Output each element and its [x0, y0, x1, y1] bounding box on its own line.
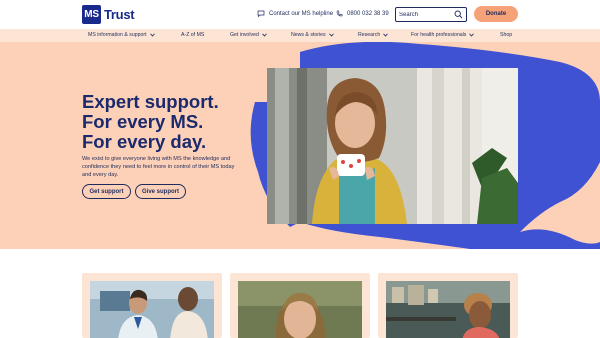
helpline-link[interactable]: Contact our MS helpline: [257, 10, 333, 17]
give-support-button[interactable]: Give support: [135, 184, 186, 199]
get-support-button[interactable]: Get support: [82, 184, 131, 199]
site-header: MS Trust Contact our MS helpline 0800 03…: [0, 0, 600, 29]
chat-bubble-icon: [257, 10, 265, 17]
nav-item-label: News & stories: [291, 32, 326, 38]
chevron-down-icon: [469, 33, 475, 37]
nav-item-label: Research: [358, 32, 381, 38]
featured-cards: [0, 249, 600, 338]
phone-link[interactable]: 0800 032 38 39: [336, 10, 389, 17]
ms-trust-logo[interactable]: MS Trust: [82, 5, 135, 24]
nav-item-news-stories[interactable]: News & stories: [291, 32, 334, 38]
search-input[interactable]: [399, 10, 454, 20]
nav-item-get-involved[interactable]: Get involved: [230, 32, 267, 38]
donate-button[interactable]: Donate: [474, 6, 518, 22]
nav-item-label: MS information & support: [88, 32, 147, 38]
hero-section: Expert support. For every MS. For every …: [0, 42, 600, 249]
nav-item-label: For health professionals: [411, 32, 467, 38]
nav-item-shop[interactable]: Shop: [500, 32, 512, 38]
card-man-outdoors[interactable]: [378, 273, 518, 338]
hero-subtext: We exist to give everyone living with MS…: [82, 156, 235, 178]
nav-item-label: Shop: [500, 32, 513, 38]
main-nav: MS information & support A-Z of MS Get i…: [0, 29, 600, 42]
nav-item-ms-information[interactable]: MS information & support: [88, 32, 155, 38]
woman-portrait-photo: [238, 281, 362, 338]
nav-item-label: A-Z of MS: [181, 32, 205, 38]
nav-item-label: Get involved: [230, 32, 259, 38]
woman-with-mug-photo: [267, 68, 518, 224]
card-woman-portrait[interactable]: [230, 273, 370, 338]
search-icon[interactable]: [454, 10, 463, 19]
phone-icon: [336, 10, 343, 17]
page: MS Trust Contact our MS helpline 0800 03…: [0, 0, 600, 338]
nav-item-a-z[interactable]: A-Z of MS: [181, 32, 204, 38]
nav-item-research[interactable]: Research: [358, 32, 388, 38]
chevron-down-icon: [149, 33, 155, 37]
chevron-down-icon: [328, 33, 334, 37]
search-box: [395, 7, 467, 22]
card-nurse-consultation[interactable]: [82, 273, 222, 338]
logo-mark: MS: [82, 5, 101, 24]
headline-line: Expert support.: [82, 91, 219, 112]
man-outdoors-photo: [386, 281, 510, 338]
headline-line: For every MS.: [82, 111, 204, 132]
helpline-label: Contact our MS helpline: [269, 10, 334, 17]
logo-word: Trust: [104, 7, 135, 22]
chevron-down-icon: [262, 33, 267, 37]
nurse-consultation-photo: [90, 281, 214, 338]
nav-item-health-professionals[interactable]: For health professionals: [411, 32, 475, 38]
chevron-down-icon: [383, 33, 388, 37]
hero-headline: Expert support. For every MS. For every …: [82, 92, 219, 152]
headline-line: For every day.: [82, 131, 207, 152]
phone-number: 0800 032 38 39: [347, 10, 389, 17]
